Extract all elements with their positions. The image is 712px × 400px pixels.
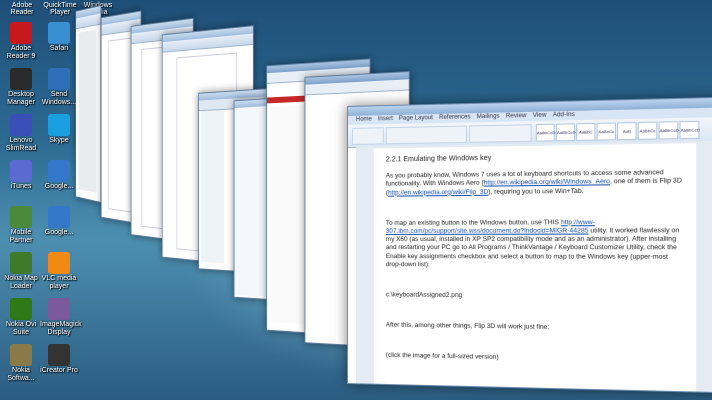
ribbon-tab[interactable]: Insert (378, 115, 393, 124)
style-gallery-item[interactable]: AaBbCcDc (555, 123, 578, 142)
font-group[interactable] (385, 125, 468, 145)
desktop-icon-label: Send Windows... (41, 91, 77, 106)
film-icon (48, 344, 70, 366)
cone-icon (48, 252, 70, 274)
desktop-icon-label: iTunes (10, 183, 32, 190)
flip-3d-link[interactable]: http://en.wikipedia.org/wiki/Flip_3D (388, 188, 488, 196)
desktop-icon[interactable]: iTunes (2, 160, 40, 191)
skype-icon (48, 114, 70, 136)
image-icon (48, 298, 70, 320)
desktop-icon[interactable]: iCreator Pro (40, 344, 78, 375)
desktop-icon-label: Skype (49, 137, 69, 144)
ribbon-tab[interactable]: View (533, 111, 547, 121)
folder-icon (10, 344, 32, 366)
ribbon-tab[interactable]: Review (506, 112, 527, 122)
map-icon (10, 252, 32, 274)
desktop-icon[interactable]: Nokia Softwa... (2, 344, 40, 383)
desktop-icon-label: Nokia Softwa... (7, 367, 35, 382)
desktop-icon-label: Google... (44, 183, 74, 190)
ribbon-tab[interactable]: Add-Ins (553, 111, 575, 121)
desktop-icon[interactable]: VLC media player (40, 252, 78, 291)
desktop-icon[interactable]: Desktop Manager (2, 68, 40, 107)
desktop-icon-label: VLC media player (41, 275, 77, 290)
ribbon-tab[interactable]: Home (356, 115, 372, 124)
desktop-icon[interactable]: Google... (40, 206, 78, 237)
desktop-icons: Adobe Reader 9 Safari Desktop Manager Send … (0, 0, 112, 400)
clipboard-group[interactable] (351, 127, 384, 145)
document-heading: 2.2.1 Emulating the Windows key (385, 154, 492, 164)
paragraph-1-text-c: ), requiring you to use Win+Tab. (488, 187, 584, 196)
desktop-icon[interactable]: Skype (40, 114, 78, 145)
desktop-top-label: Adobe Reader (10, 2, 34, 16)
music-icon (10, 160, 32, 182)
windows-aero-link[interactable]: http://en.wikipedia.org/wiki/Windows_Aer… (484, 178, 610, 187)
desktop-icon-label: Desktop Manager (7, 91, 35, 106)
desktop-icon[interactable]: Mobile Partner (2, 206, 40, 245)
globe-icon (48, 206, 70, 228)
desktop-icon-label: Google... (44, 229, 74, 236)
desktop-icon-label: Adobe Reader 9 (6, 45, 36, 60)
desktop-icon[interactable]: Nokia Map Loader (2, 252, 40, 291)
phone-icon (10, 68, 32, 90)
desktop-icon-label: Lenovo SlimRead (5, 137, 37, 152)
laptop-icon (10, 114, 32, 136)
ribbon-tab[interactable]: Mailings (477, 113, 500, 123)
pdf-icon (10, 22, 32, 44)
desktop-icon[interactable]: Safari (40, 22, 78, 53)
image-path: c:\keyboardAssigned2.png (385, 291, 463, 300)
style-gallery-item[interactable]: AaBbCc (596, 122, 616, 141)
desktop-icon-label: Nokia Map Loader (4, 275, 38, 290)
gear-icon (10, 206, 32, 228)
desktop-icon[interactable]: Lenovo SlimRead (2, 114, 40, 153)
desktop-icon[interactable]: Adobe Reader 9 (2, 22, 40, 61)
style-gallery-item[interactable]: AaBbCcD (679, 120, 700, 140)
document-page[interactable]: 2.2.1 Emulating the Windows key As you p… (373, 143, 697, 392)
document-area: 2.2.1 Emulating the Windows key As you p… (355, 140, 712, 393)
desktop-icon[interactable]: Send Windows... (40, 68, 78, 107)
user-icon (48, 68, 70, 90)
desktop-icon[interactable]: Google... (40, 160, 78, 191)
style-gallery-item[interactable]: AaB (617, 122, 637, 141)
desktop-icon-label: Safari (49, 45, 69, 52)
globe-icon (48, 160, 70, 182)
desktop-icon-label: Nokia Ovi Suite (5, 321, 37, 336)
desktop-icon[interactable]: ImageMagick Display (40, 298, 82, 337)
window-thumbnail-1[interactable] (75, 4, 102, 204)
word-document-window[interactable]: Home Insert Page Layout References Mailings R… (347, 96, 712, 394)
style-gallery-item[interactable]: AaBbC (576, 122, 596, 141)
style-gallery-item[interactable]: AaBbCc (637, 121, 658, 140)
style-gallery-item[interactable]: AaBbCcDe (658, 121, 681, 140)
desktop-icon[interactable]: Nokia Ovi Suite (2, 298, 40, 337)
desktop-icon-label: Mobile Partner (9, 229, 33, 244)
desktop-icon-label: ImageMagick Display (40, 321, 82, 336)
paragraph-1: As you probably know, Windows 7 uses a l… (386, 169, 683, 198)
ovi-icon (10, 298, 32, 320)
paragraph-2: To map an existing button to the Windows… (386, 218, 683, 270)
style-gallery-item[interactable]: AaBbCcDc (535, 123, 558, 142)
desktop-icon-label: iCreator Pro (40, 367, 78, 374)
desktop-top-label: QuickTime Player (43, 2, 77, 16)
paragraph-group[interactable] (469, 124, 532, 143)
paragraph-2-text-a: To map an existing button to the Windows… (385, 218, 561, 227)
compass-icon (48, 22, 70, 44)
